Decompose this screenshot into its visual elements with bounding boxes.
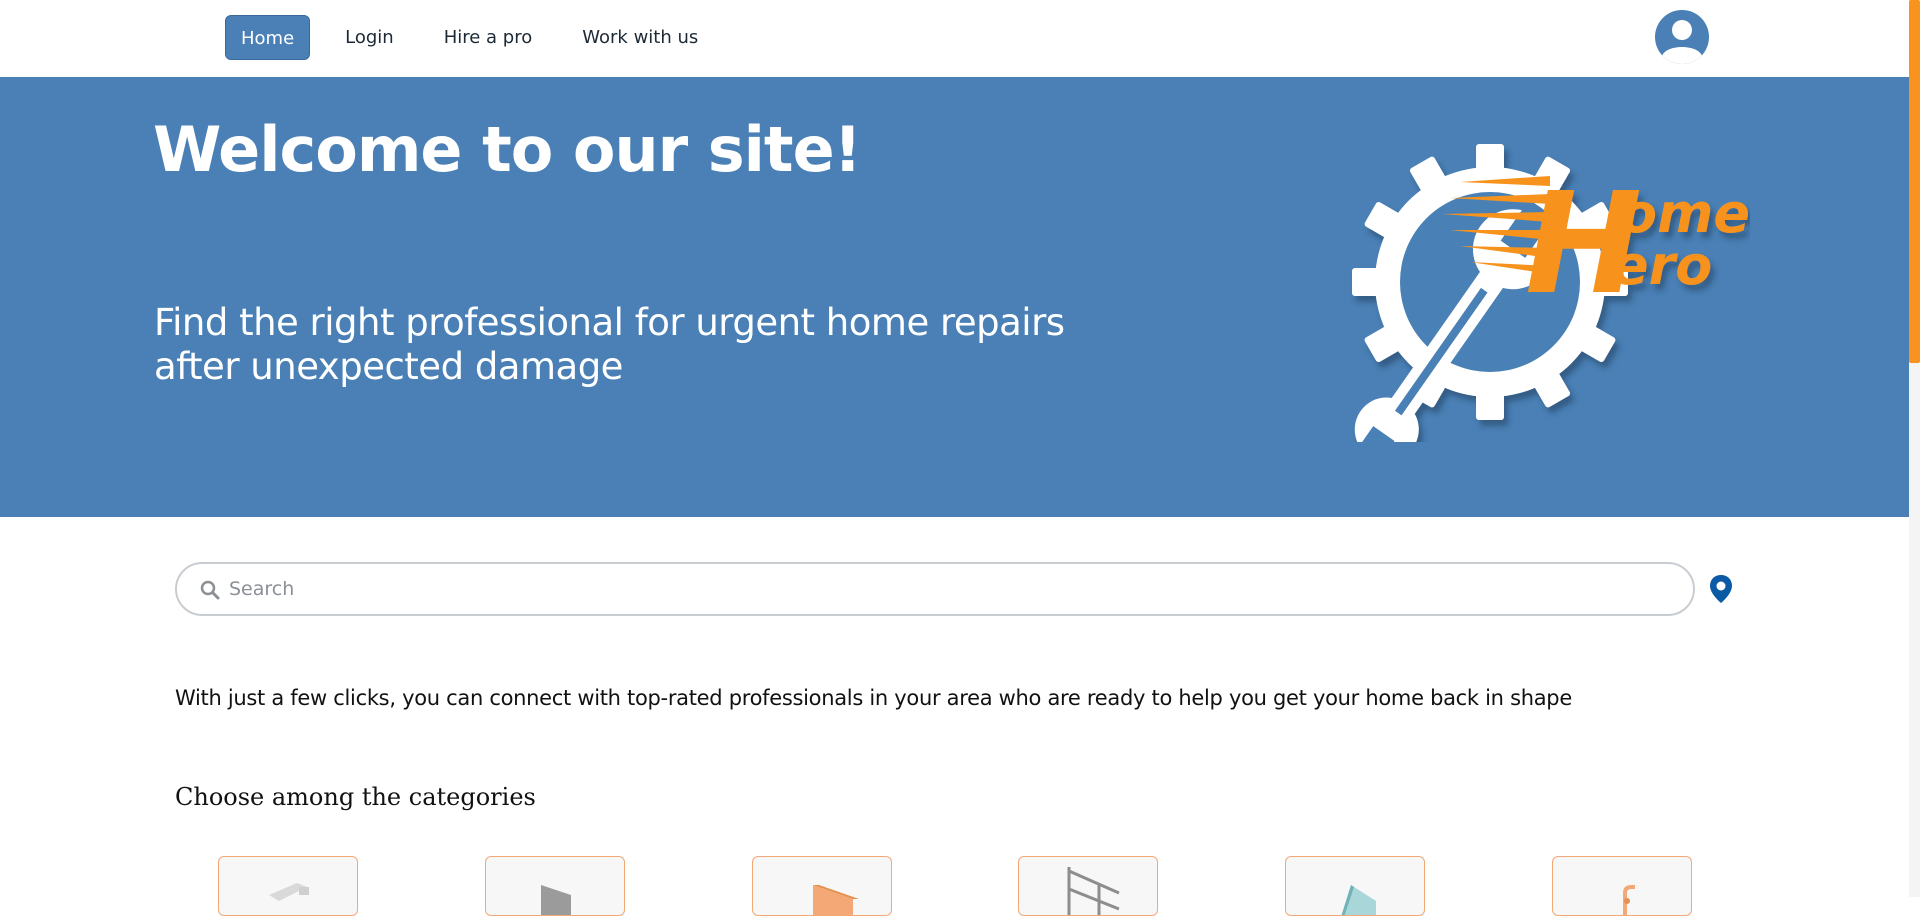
search-bar[interactable] xyxy=(175,562,1695,616)
top-nav: Home Login Hire a pro Work with us xyxy=(0,0,1909,77)
category-card[interactable] xyxy=(1285,856,1425,916)
hero-banner: Welcome to our site! Find the right prof… xyxy=(0,77,1909,517)
hero-subtitle: Find the right professional for urgent h… xyxy=(154,301,1065,388)
nav-item-work-with-us[interactable]: Work with us xyxy=(567,15,713,60)
page-scrollbar-thumb[interactable] xyxy=(1909,0,1920,363)
search-input[interactable] xyxy=(227,564,1667,614)
category-icon-5 xyxy=(1341,885,1376,915)
category-card[interactable] xyxy=(752,856,892,916)
intro-text: With just a few clicks, you can connect … xyxy=(175,686,1572,710)
category-icon-4 xyxy=(1067,867,1120,915)
category-icon-6 xyxy=(1623,885,1635,915)
category-icon-2 xyxy=(541,885,571,915)
nav-item-hire-a-pro[interactable]: Hire a pro xyxy=(429,15,548,60)
nav-menu: Home Login Hire a pro Work with us xyxy=(225,15,733,60)
categories-heading: Choose among the categories xyxy=(175,783,536,811)
home-hero-logo: H ome ero xyxy=(1320,142,1750,474)
svg-text:ero: ero xyxy=(1612,234,1712,297)
nav-item-home[interactable]: Home xyxy=(225,15,311,60)
category-card[interactable] xyxy=(218,856,358,916)
user-avatar-icon[interactable] xyxy=(1655,10,1709,64)
search-icon xyxy=(199,579,221,601)
category-card[interactable] xyxy=(1018,856,1158,916)
category-icon-1 xyxy=(269,883,309,901)
nav-item-login[interactable]: Login xyxy=(330,15,409,60)
hero-title: Welcome to our site! xyxy=(153,113,862,186)
category-card[interactable] xyxy=(1552,856,1692,916)
category-icon-3 xyxy=(813,885,859,915)
location-pin-icon[interactable] xyxy=(1708,574,1734,604)
category-card[interactable] xyxy=(485,856,625,916)
